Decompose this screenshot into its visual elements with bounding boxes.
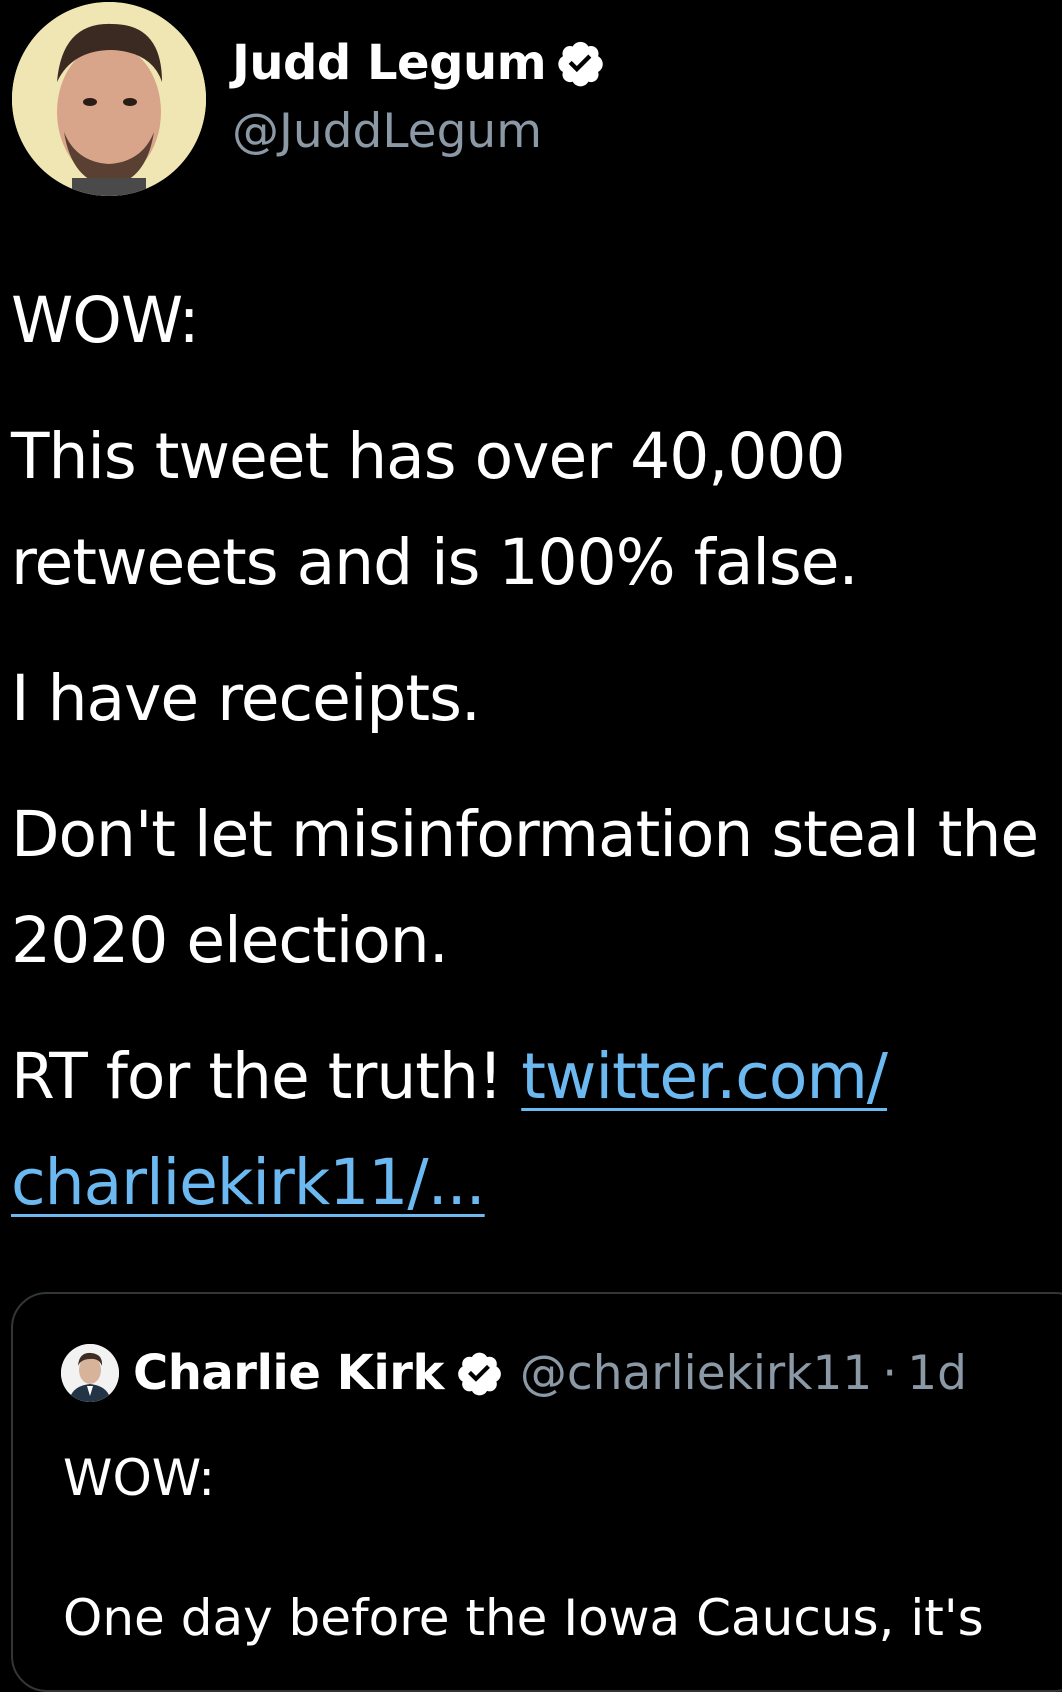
separator-dot: ·: [882, 1345, 898, 1401]
tweet-paragraph: Don't let misinformation steal the: [11, 798, 1039, 871]
quoted-tweet-header: Charlie Kirk @charliekirk11 · 1d: [61, 1342, 967, 1404]
tweet-text: WOW: This tweet has over 40,000 retweets…: [11, 268, 1062, 1236]
quoted-tweet-time[interactable]: 1d: [907, 1346, 967, 1401]
verified-badge-icon: [554, 37, 606, 89]
tweet-paragraph: WOW:: [11, 284, 200, 357]
tweet-paragraph: charliekirk11/...: [11, 1130, 1062, 1236]
quoted-author-avatar[interactable]: [61, 1344, 119, 1402]
tweet-paragraph: retweets and is 100% false.: [11, 526, 859, 599]
tweet-text-segment: RT for the truth!: [11, 1040, 522, 1113]
quoted-tweet-text: One day before the Iowa Caucus, it's: [63, 1589, 984, 1647]
author-name-row[interactable]: Judd Legum: [232, 32, 606, 94]
author-avatar[interactable]: [12, 2, 206, 196]
tweet-paragraph: I have receipts.: [11, 662, 481, 735]
author-handle[interactable]: @JuddLegum: [232, 102, 542, 162]
quoted-author-handle[interactable]: @charliekirk11: [520, 1346, 872, 1401]
tweet-paragraph: This tweet has over 40,000: [11, 420, 846, 493]
tweet-link[interactable]: charliekirk11/...: [11, 1146, 486, 1219]
quoted-tweet-text: WOW:: [63, 1449, 216, 1507]
tweet-paragraph: RT for the truth! twitter.com/: [11, 1024, 1062, 1130]
tweet: Judd Legum @JuddLegum WOW: This tweet ha…: [0, 0, 1062, 1692]
tweet-paragraph: 2020 election.: [11, 904, 449, 977]
author-name[interactable]: Judd Legum: [232, 32, 547, 94]
quoted-tweet-card[interactable]: Charlie Kirk @charliekirk11 · 1d WOW: On…: [11, 1292, 1062, 1692]
verified-badge-icon: [454, 1348, 504, 1398]
quoted-author-name[interactable]: Charlie Kirk: [133, 1345, 444, 1401]
tweet-link[interactable]: twitter.com/: [521, 1040, 888, 1113]
